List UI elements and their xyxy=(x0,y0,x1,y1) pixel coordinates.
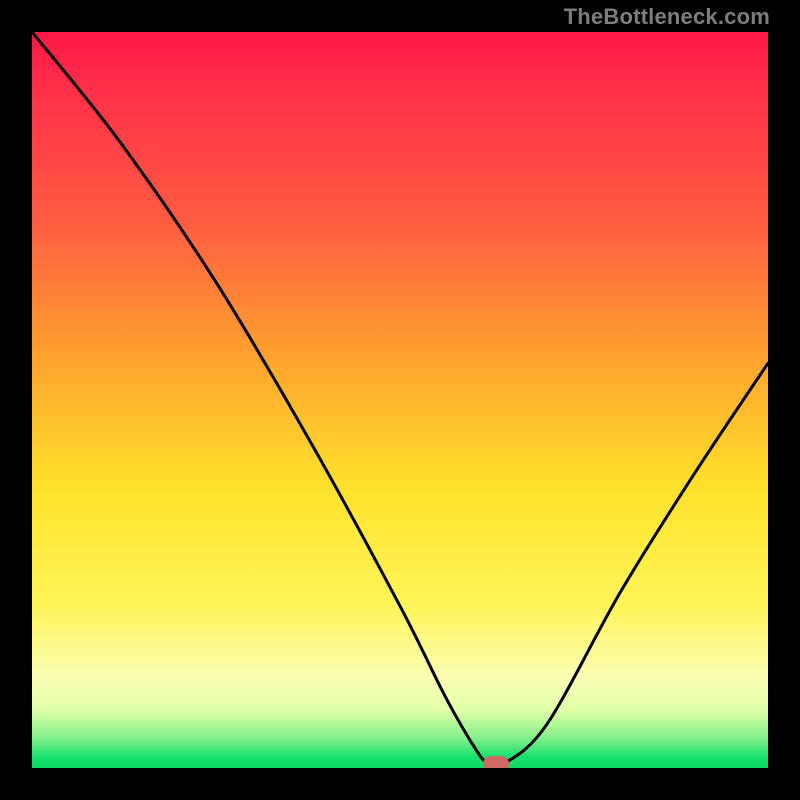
plot-area xyxy=(32,32,768,768)
optimum-marker xyxy=(483,756,509,768)
chart-frame: TheBottleneck.com xyxy=(0,0,800,800)
watermark-text: TheBottleneck.com xyxy=(564,4,770,30)
bottleneck-curve xyxy=(32,32,768,768)
